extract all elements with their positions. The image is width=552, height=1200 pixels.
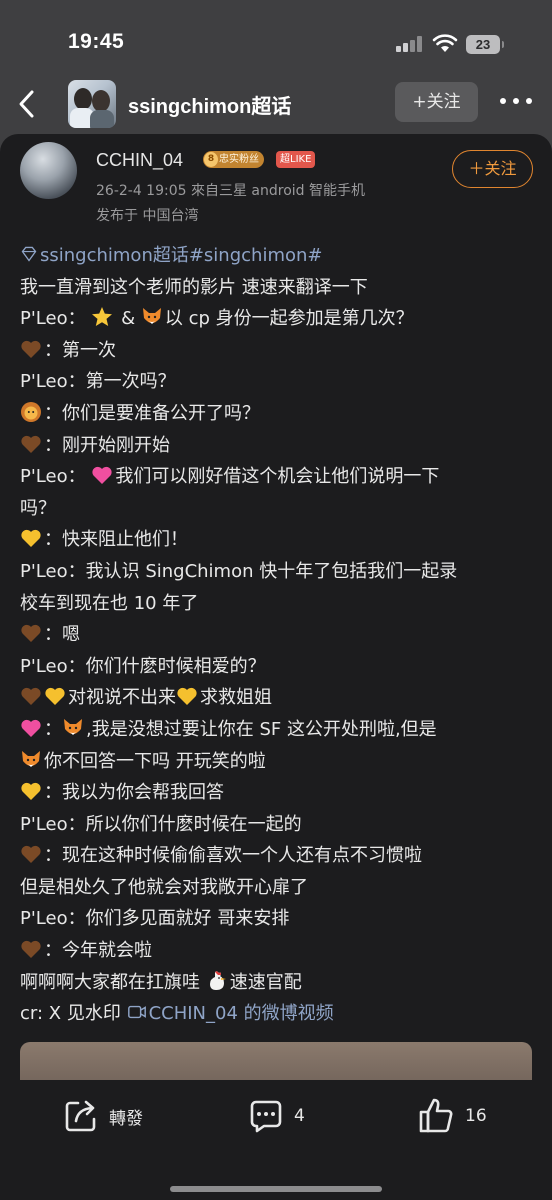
follow-topic-button[interactable]: +关注: [395, 82, 478, 122]
video-icon: [127, 1006, 146, 1019]
action-bar: 轉發 4 16: [0, 1080, 552, 1200]
super-like-badge: 超LIKE: [276, 151, 316, 168]
supertopic-avatar[interactable]: [68, 80, 116, 128]
post-line: 但是相处久了他就会对我敞开心扉了: [20, 876, 308, 898]
back-arrow-icon[interactable]: [12, 86, 42, 122]
brown-heart-icon: [21, 435, 41, 453]
post-card: CCHIN_04 8 忠实粉丝 超LIKE 26-2-4 19:05 來自三星 …: [0, 134, 552, 1092]
like-count: 16: [465, 1106, 487, 1126]
post-line: 吗？: [20, 497, 56, 519]
yellow-heart-icon: [45, 688, 65, 706]
wifi-icon: [432, 34, 458, 52]
status-time: 19:45: [68, 30, 125, 53]
post-line: 我一直滑到这个老师的影片 速速来翻译一下: [20, 276, 368, 298]
author-avatar[interactable]: [20, 142, 77, 199]
supertopic-title[interactable]: ssingchimon超话: [128, 90, 291, 119]
status-bar: 19:45 23: [0, 0, 552, 76]
repost-icon: [65, 1100, 96, 1132]
post-body: ssingchimon超话#singchimon# 我一直滑到这个老师的影片 速…: [20, 240, 540, 1030]
post-location: 发布于 中国台湾: [96, 208, 199, 224]
comment-button[interactable]: 4: [248, 1098, 305, 1134]
comment-icon: [250, 1100, 282, 1133]
fox-emoji-icon: [142, 308, 161, 325]
star-emoji-icon: [92, 307, 113, 327]
follow-author-button[interactable]: ＋关注: [452, 150, 533, 188]
post-line: 校车到现在也 10 年了: [20, 592, 199, 614]
top-nav: ssingchimon超话 +关注: [0, 76, 552, 136]
more-options-icon[interactable]: [500, 98, 534, 108]
comment-count: 4: [294, 1106, 305, 1126]
battery-indicator: 23: [466, 35, 504, 54]
plus-icon: ＋: [468, 159, 485, 178]
author-name[interactable]: CCHIN_04: [96, 150, 183, 171]
post-timestamp: 26-2-4 19:05 來自三星 android 智能手机: [96, 183, 366, 199]
topic-link[interactable]: ssingchimon超话#singchimon#: [40, 245, 323, 266]
pink-heart-icon: [92, 467, 112, 485]
lion-emoji-icon: [21, 401, 41, 422]
post-line: P'Leo：你们多见面就好 哥来安排: [20, 908, 290, 930]
home-indicator: [170, 1186, 382, 1192]
yellow-heart-icon: [21, 530, 41, 548]
fan-badge: 8 忠实粉丝: [203, 151, 264, 168]
repost-button[interactable]: 轉發: [63, 1098, 143, 1134]
repost-label: 轉發: [109, 1108, 143, 1129]
fox-emoji-icon: [64, 718, 82, 735]
pink-heart-icon: [21, 719, 41, 737]
video-link[interactable]: CCHIN_04 的微博视频: [149, 1003, 334, 1024]
cellular-signal-icon: [396, 36, 424, 52]
post-line: P'Leo：你们什麽时候相爱的？: [20, 655, 266, 677]
brown-heart-icon: [21, 688, 41, 706]
diamond-icon: [21, 246, 37, 262]
brown-heart-icon: [21, 940, 41, 959]
brown-heart-icon: [21, 846, 41, 864]
fox-emoji-icon: [22, 750, 40, 767]
post-line: P'Leo：我认识 SingChimon 快十年了包括我们一起录: [20, 560, 458, 582]
brown-heart-icon: [21, 340, 41, 358]
brown-heart-icon: [21, 625, 41, 643]
yellow-heart-icon: [177, 688, 197, 706]
post-line: P'Leo：所以你们什麽时候在一起的: [20, 813, 302, 835]
like-button[interactable]: 16: [417, 1098, 487, 1134]
thumbs-up-icon: [419, 1098, 453, 1133]
yellow-heart-icon: [21, 782, 41, 801]
fan-level: 8: [204, 152, 218, 167]
rooster-emoji-icon: [209, 970, 226, 990]
post-line: P'Leo：第一次吗？: [20, 371, 176, 393]
